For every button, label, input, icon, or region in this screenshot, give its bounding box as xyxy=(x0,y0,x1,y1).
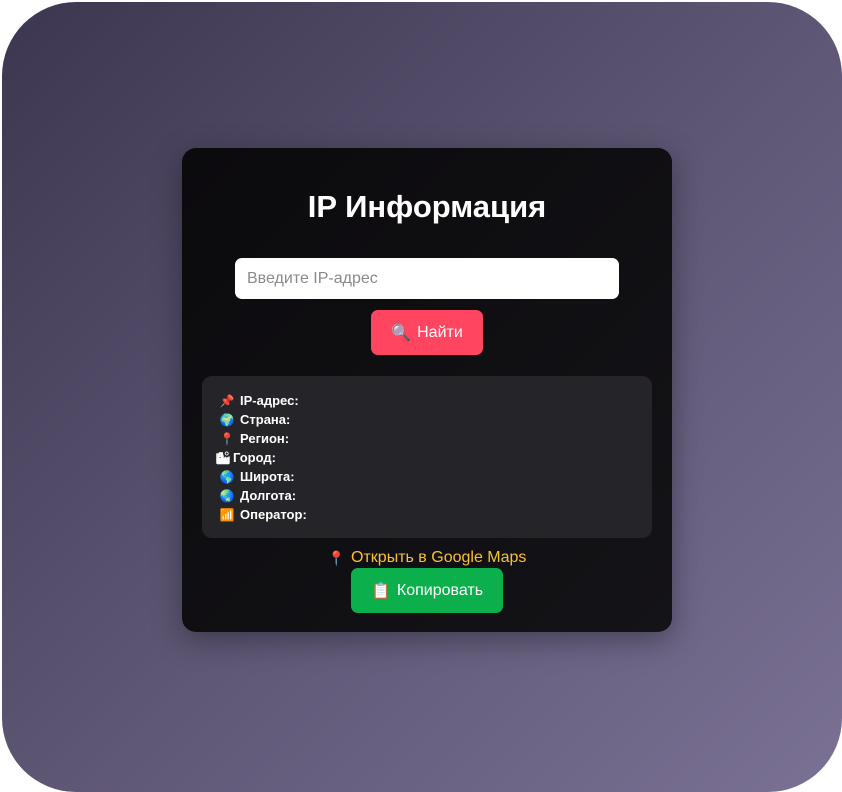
result-row-country: 🌍 Страна: xyxy=(218,410,296,429)
search-button[interactable]: 🔍 Найти xyxy=(371,310,483,355)
result-row-operator: 📶 Оператор: xyxy=(218,505,313,524)
google-maps-link[interactable]: 📍 Открыть в Google Maps xyxy=(182,549,672,567)
result-row-latitude: 🌎 Широта: xyxy=(218,467,301,486)
result-label: Широта: xyxy=(240,469,295,484)
result-label: IP-адрес: xyxy=(240,393,299,408)
globe-icon: 🌎 xyxy=(219,469,235,484)
result-label: Оператор: xyxy=(240,507,307,522)
round-pin-icon: 📍 xyxy=(327,549,346,566)
result-label: Страна: xyxy=(240,412,291,427)
search-button-label: Найти xyxy=(417,323,463,341)
app-window: IP Информация 🔍 Найти 📌 IP-адрес: 🌍 Стра… xyxy=(2,2,842,792)
page-title: IP Информация xyxy=(307,189,547,224)
result-label: Регион: xyxy=(240,431,290,446)
result-row-longitude: 🌏 Долгота: xyxy=(218,486,302,505)
result-row-city: 🏙 Город: xyxy=(214,448,282,467)
round-pin-icon: 📍 xyxy=(219,431,235,446)
antenna-icon: 📶 xyxy=(219,507,235,522)
copy-button[interactable]: 📋 Копировать xyxy=(351,568,503,613)
result-label: Город: xyxy=(233,450,276,465)
result-row-region: 📍 Регион: xyxy=(218,429,295,448)
result-label: Долгота: xyxy=(240,488,297,503)
city-icon: 🏙 xyxy=(215,450,231,465)
globe-icon: 🌍 xyxy=(219,412,235,427)
globe-icon: 🌏 xyxy=(219,488,235,503)
pushpin-icon: 📌 xyxy=(219,393,235,408)
results-panel: 📌 IP-адрес: 🌍 Страна: 📍 Регион: 🏙 Город: xyxy=(202,376,652,538)
clipboard-icon: 📋 xyxy=(370,582,391,600)
google-maps-link-label: Открыть в Google Maps xyxy=(351,549,527,566)
ip-info-card: IP Информация 🔍 Найти 📌 IP-адрес: 🌍 Стра… xyxy=(182,148,672,632)
magnifier-icon: 🔍 xyxy=(391,324,412,342)
result-row-ip: 📌 IP-адрес: xyxy=(218,391,305,410)
ip-address-input[interactable] xyxy=(235,258,619,299)
copy-button-label: Копировать xyxy=(396,581,484,599)
